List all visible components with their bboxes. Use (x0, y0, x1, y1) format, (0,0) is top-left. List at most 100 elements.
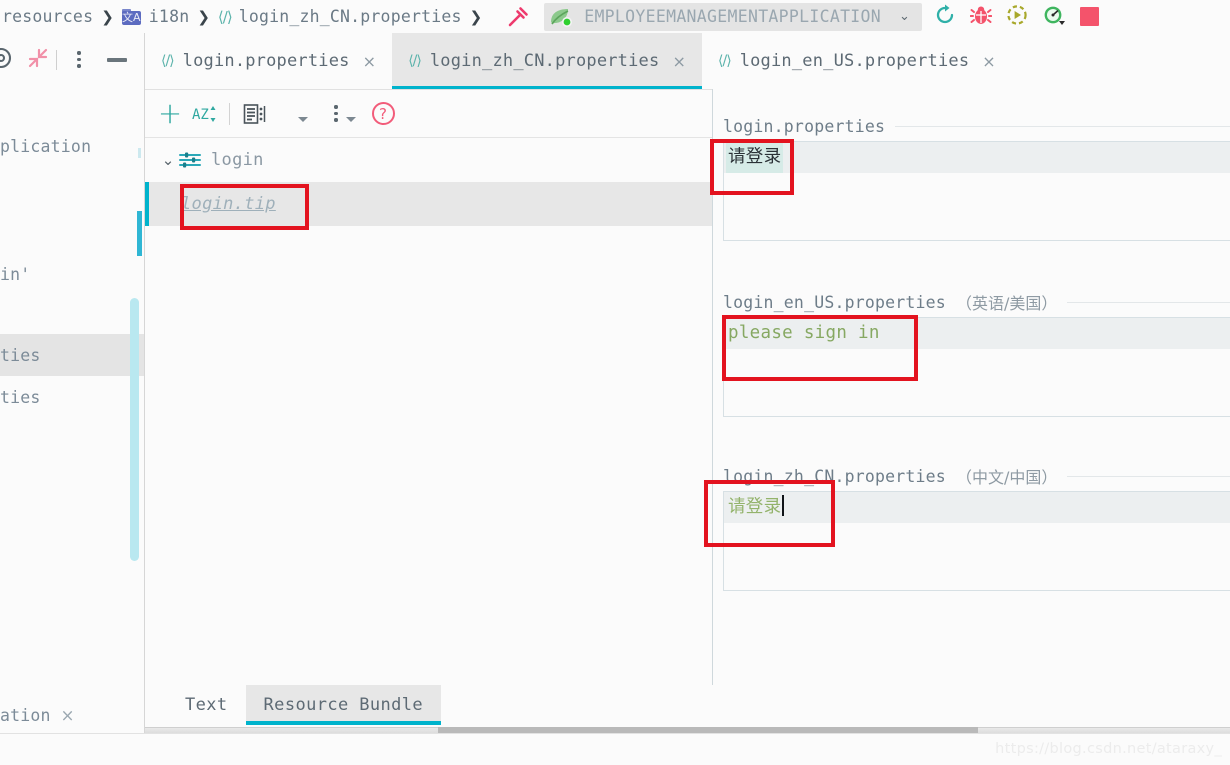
value-text: 请登录 (728, 497, 782, 517)
scrollbar-thumb[interactable] (130, 298, 139, 561)
translation-section-zh-cn: login_zh_CN.properties （中文/中国） 请登录 (723, 461, 1230, 591)
translation-section-default: login.properties 请登录 (723, 111, 1230, 241)
list-item[interactable]: plication (0, 86, 144, 172)
tab-login-properties[interactable]: ⟨/⟩ login.properties × (145, 33, 393, 89)
ide-window: resources ❯ 文A i18n ❯ ⟨/⟩ login_zh_CN.pr… (0, 0, 1230, 765)
project-tool-window: plication in' ties ties ation × (0, 33, 145, 733)
run-with-coverage-icon[interactable] (1006, 4, 1028, 30)
svg-text:AZ: AZ (192, 107, 209, 123)
breadcrumb-item-i18n[interactable]: i18n (149, 7, 190, 26)
section-locale: （中文/中国） (955, 468, 1058, 487)
stop-icon[interactable] (1079, 7, 1099, 26)
editor-tab-strip: ⟨/⟩ login.properties × ⟨/⟩ login_zh_CN.p… (145, 33, 1230, 89)
breadcrumb-item-resources[interactable]: resources (2, 7, 93, 26)
tab-label: login_en_US.properties (739, 51, 970, 71)
value-text-wrap: 请登录 (726, 492, 786, 523)
first-line-highlight (724, 142, 1230, 173)
project-panel-toolbar (0, 33, 144, 86)
profiler-icon[interactable] (1042, 4, 1066, 30)
value-text: 请登录 (726, 142, 784, 173)
list-item-label: ties (0, 345, 41, 365)
tab-label: Text (185, 695, 228, 715)
chevron-down-icon[interactable]: ⌄ (899, 9, 910, 24)
debug-bug-icon[interactable] (969, 4, 993, 30)
divider (895, 125, 1230, 127)
tab-login-en-us-properties[interactable]: ⟨/⟩ login_en_US.properties × (702, 33, 1012, 89)
breadcrumb-separator-3: ❯ (469, 7, 483, 26)
value-textarea-en-us[interactable]: please sign in (723, 317, 1230, 417)
section-file-name: login_en_US.properties (723, 292, 946, 312)
chevron-down-icon-2[interactable] (346, 117, 356, 122)
chevron-down-icon[interactable]: ⌄ (157, 151, 179, 169)
section-locale: （英语/美国） (955, 294, 1058, 313)
list-item[interactable]: in' (0, 172, 144, 292)
translation-section-en-us: login_en_US.properties （英语/美国） please si… (723, 287, 1230, 417)
tab-text[interactable]: Text (167, 685, 246, 725)
divider (1067, 475, 1230, 477)
section-file-name: login.properties (723, 116, 886, 136)
rerun-icon[interactable] (934, 4, 956, 30)
help-icon[interactable]: ? (366, 97, 400, 131)
breadcrumb-separator-2: ❯ (197, 7, 210, 26)
i18n-folder-icon: 文A (121, 8, 141, 25)
resource-bundle-panel: + AZ ? ⌄ login login.tip (145, 89, 712, 685)
options-icon[interactable] (77, 51, 81, 68)
hide-icon[interactable] (107, 57, 127, 62)
scrollbar-thumb-inner[interactable] (137, 211, 142, 256)
list-item[interactable]: ties (0, 376, 144, 418)
project-tree: plication in' ties ties (0, 86, 144, 418)
first-line-highlight (724, 492, 1230, 523)
top-toolbar: resources ❯ 文A i18n ❯ ⟨/⟩ login_zh_CN.pr… (0, 0, 1230, 33)
tab-label: Resource Bundle (263, 695, 424, 715)
section-header: login.properties (723, 111, 1230, 141)
list-item[interactable]: ties (0, 334, 144, 376)
section-header: login_zh_CN.properties （中文/中国） (723, 461, 1230, 491)
tab-resource-bundle[interactable]: Resource Bundle (245, 685, 442, 725)
close-icon[interactable]: × (61, 706, 75, 725)
properties-file-icon: ⟨/⟩ (408, 53, 422, 69)
more-options-icon[interactable] (334, 105, 338, 122)
sort-alphabetically-icon[interactable]: AZ (187, 97, 221, 131)
resource-bundle-icon (179, 151, 201, 169)
tab-label: login_zh_CN.properties (429, 51, 660, 71)
run-configuration-name: EMPLOYEEMANAGEMENTAPPLICATION (584, 7, 881, 26)
close-icon[interactable]: × (982, 52, 996, 71)
properties-file-icon: ⟨/⟩ (161, 53, 175, 69)
translation-editors-panel: login.properties 请登录 login_en_US.propert… (712, 89, 1230, 685)
group-by-prefix-icon[interactable] (238, 97, 272, 131)
breadcrumb-item-file[interactable]: login_zh_CN.properties (239, 7, 462, 26)
scroll-marker (138, 148, 141, 158)
breadcrumb: resources ❯ 文A i18n ❯ ⟨/⟩ login_zh_CN.pr… (0, 0, 490, 33)
properties-file-icon: ⟨/⟩ (718, 53, 732, 69)
add-property-icon[interactable]: + (153, 97, 187, 131)
tree-item-label: login.tip (181, 194, 276, 214)
value-text: please sign in (728, 323, 880, 343)
spring-boot-leaf-icon (548, 6, 574, 28)
tab-label: login.properties (182, 51, 350, 71)
property-key-tree: ⌄ login login.tip (145, 138, 712, 226)
chevron-down-icon[interactable] (298, 117, 308, 122)
tab-login-zh-cn-properties[interactable]: ⟨/⟩ login_zh_CN.properties × (392, 33, 703, 89)
run-configuration-selector[interactable]: EMPLOYEEMANAGEMENTAPPLICATION ⌄ (544, 2, 922, 31)
hammer-icon[interactable] (504, 4, 530, 30)
tree-group-login[interactable]: ⌄ login (145, 138, 712, 182)
tool-window-tab-label: ation (0, 705, 51, 725)
collapse-all-icon[interactable] (26, 46, 50, 74)
section-header: login_en_US.properties （英语/美国） (723, 287, 1230, 317)
text-caret (782, 495, 785, 516)
value-textarea-zh-cn[interactable]: 请登录 (723, 491, 1230, 591)
tree-item-login-tip[interactable]: login.tip (145, 182, 712, 226)
value-textarea-default[interactable]: 请登录 (723, 141, 1230, 241)
watermark: https://blog.csdn.net/ataraxy_ (995, 741, 1222, 757)
list-item-label: plication (0, 137, 92, 156)
divider (1067, 301, 1230, 303)
list-item[interactable] (0, 292, 144, 334)
run-action-buttons (934, 4, 1099, 30)
properties-file-icon: ⟨/⟩ (217, 7, 233, 26)
close-icon[interactable]: × (672, 52, 686, 71)
list-item-label: ties (0, 387, 41, 407)
tool-window-tab[interactable]: ation × (0, 700, 144, 730)
close-icon[interactable]: × (363, 52, 377, 71)
locate-icon[interactable] (0, 45, 14, 75)
editor-mode-tabs: Text Resource Bundle (145, 685, 1230, 725)
